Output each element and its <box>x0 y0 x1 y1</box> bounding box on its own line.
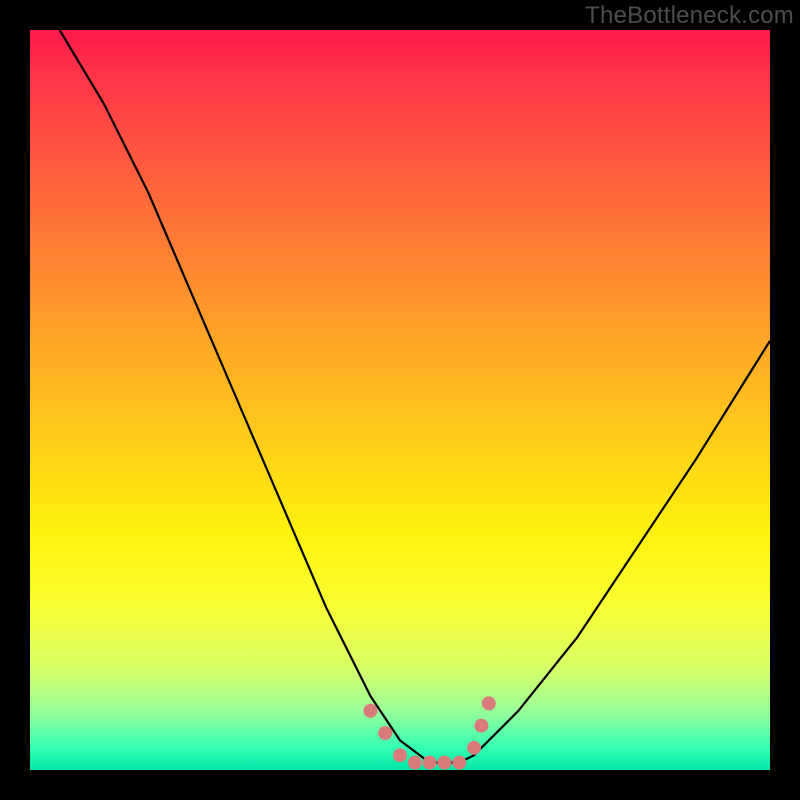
watermark-label: TheBottleneck.com <box>585 2 794 30</box>
gradient-plot-area <box>30 30 770 770</box>
